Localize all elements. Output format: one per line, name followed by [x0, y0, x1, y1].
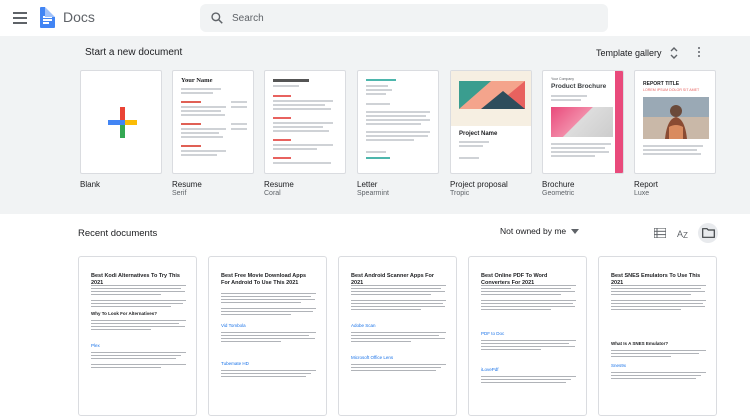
- document-card[interactable]: Best Kodi Alternatives To Try This 2021 …: [78, 256, 197, 416]
- sort-az-icon[interactable]: AZ: [674, 223, 694, 243]
- docs-logo-icon[interactable]: [40, 7, 55, 28]
- document-title: Best Free Movie Download Apps For Androi…: [221, 273, 307, 286]
- caret-down-icon: [571, 228, 580, 234]
- preview-brand: Your Company: [551, 77, 575, 81]
- preview-heading: Project Name: [459, 131, 498, 137]
- document-card[interactable]: Best Free Movie Download Apps For Androi…: [208, 256, 327, 416]
- section-title: Start a new document: [85, 47, 183, 58]
- document-subheading: Why To Look For Alternatives?: [91, 311, 158, 316]
- document-subheading: Plex: [91, 343, 100, 348]
- preview-heading: Product Brochure: [551, 83, 607, 90]
- more-options-icon[interactable]: [693, 45, 705, 61]
- owner-filter-label: Not owned by me: [500, 226, 567, 236]
- document-subheading: Microsoft Office Lens: [351, 355, 394, 360]
- template-gallery-button[interactable]: Template gallery: [592, 44, 678, 62]
- template-style: Serif: [172, 190, 187, 197]
- template-resume-coral[interactable]: Resume Coral: [264, 70, 346, 197]
- proposal-cover-art: [451, 71, 531, 126]
- document-subheading: Vid Tombola: [221, 323, 246, 328]
- template-thumbnail[interactable]: Project Name: [450, 70, 532, 174]
- template-style: Tropic: [450, 190, 470, 197]
- template-name: Project proposal: [450, 180, 508, 189]
- document-subheading: Adobe Scan: [351, 323, 376, 328]
- main-menu-icon[interactable]: [13, 12, 27, 24]
- template-name: Resume: [172, 180, 202, 189]
- template-thumbnail[interactable]: [264, 70, 346, 174]
- template-report[interactable]: REPORT TITLE LOREM IPSUM DOLOR SIT AMET …: [634, 70, 716, 197]
- app-title[interactable]: Docs: [63, 9, 95, 25]
- document-subheading: Snes9x: [611, 363, 627, 368]
- preview-tagline: LOREM IPSUM DOLOR SIT AMET: [643, 88, 700, 92]
- document-card[interactable]: Best Android Scanner Apps For 2021 Adobe…: [338, 256, 457, 416]
- template-style: Geometric: [542, 190, 575, 197]
- search-bar[interactable]: [200, 4, 608, 32]
- preview-heading: Your Name: [181, 77, 213, 84]
- recent-documents-title: Recent documents: [78, 228, 158, 239]
- template-name: Report: [634, 180, 659, 189]
- template-name: Blank: [80, 180, 101, 189]
- template-thumbnail[interactable]: Your Name: [172, 70, 254, 174]
- template-thumbnail[interactable]: REPORT TITLE LOREM IPSUM DOLOR SIT AMET: [634, 70, 716, 174]
- document-card[interactable]: Best SNES Emulators To Use This 2021 Wha…: [598, 256, 717, 416]
- owner-filter-dropdown[interactable]: Not owned by me: [500, 226, 580, 236]
- template-style: Luxe: [634, 190, 650, 197]
- template-section: Start a new document Template gallery Bl…: [0, 36, 750, 214]
- template-blank[interactable]: Blank: [80, 70, 162, 189]
- svg-text:Z: Z: [683, 231, 688, 239]
- template-name: Letter: [357, 180, 378, 189]
- document-subheading: Tubemate HD: [221, 361, 249, 366]
- template-project-proposal[interactable]: Project Name Project proposal Tropic: [450, 70, 532, 197]
- template-letter[interactable]: Letter Spearmint: [357, 70, 439, 197]
- template-brochure[interactable]: Your Company Product Brochure Brochure G…: [542, 70, 624, 197]
- template-thumbnail[interactable]: [357, 70, 439, 174]
- document-subheading: PDF to Doc: [481, 331, 505, 336]
- template-name: Resume: [264, 180, 294, 189]
- template-name: Brochure: [542, 180, 575, 189]
- document-subheading: What Is A SNES Emulator?: [611, 341, 669, 346]
- search-input[interactable]: [232, 9, 592, 27]
- document-subheading: iLovePdf: [481, 367, 499, 372]
- report-cover-photo: [643, 97, 709, 139]
- template-gallery-label: Template gallery: [596, 48, 662, 58]
- list-view-icon[interactable]: [650, 223, 670, 243]
- recent-documents-header: Recent documents Not owned by me AZ: [0, 214, 750, 254]
- folder-icon[interactable]: [698, 223, 718, 243]
- preview-heading: REPORT TITLE: [643, 81, 680, 87]
- template-resume-serif[interactable]: Your Name Resume Serif: [172, 70, 254, 197]
- top-app-bar: Docs: [0, 0, 750, 36]
- unfold-icon: [670, 47, 678, 59]
- document-card[interactable]: Best Online PDF To Word Converters For 2…: [468, 256, 587, 416]
- template-thumbnail[interactable]: [80, 70, 162, 174]
- template-style: Spearmint: [357, 190, 389, 197]
- search-icon[interactable]: [210, 11, 224, 25]
- template-thumbnail[interactable]: Your Company Product Brochure: [542, 70, 624, 174]
- template-style: Coral: [264, 190, 281, 197]
- plus-icon: [108, 107, 137, 138]
